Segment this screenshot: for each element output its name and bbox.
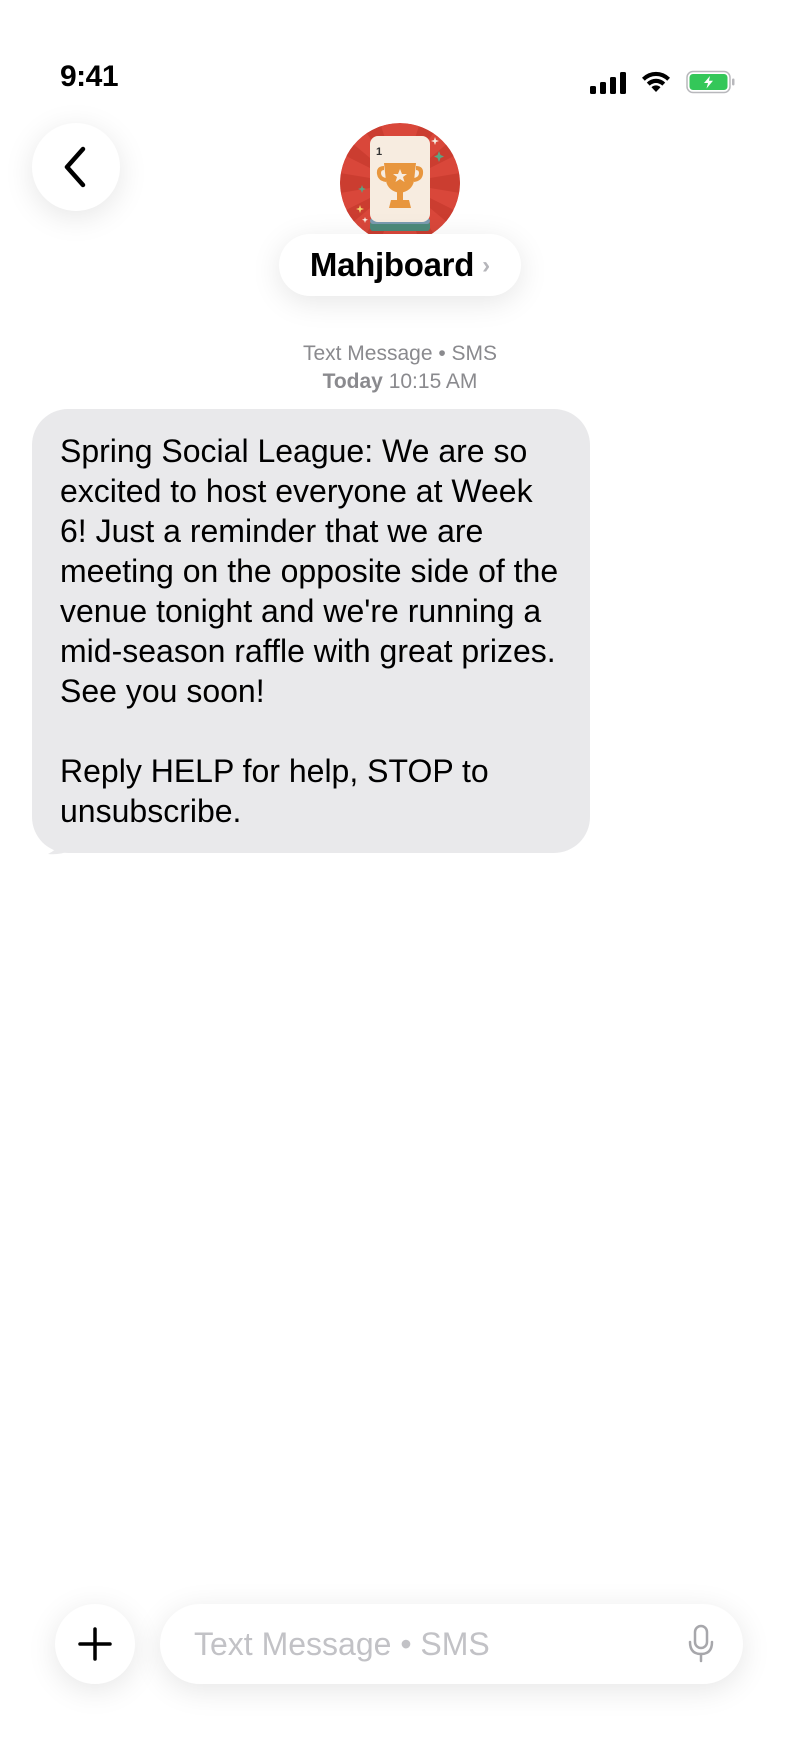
microphone-icon <box>688 1624 714 1663</box>
service-label: Text Message • SMS <box>302 342 498 365</box>
contact-name-button[interactable]: Mahjboard › <box>279 234 521 296</box>
battery-icon <box>686 70 735 94</box>
dictation-button[interactable] <box>681 1622 721 1666</box>
bubble-tail <box>48 830 82 855</box>
contact-name: Mahjboard <box>309 246 475 283</box>
conversation-meta: Text Message • SMS Today 10:15 AM <box>0 340 800 396</box>
tile-number: 1 <box>376 146 382 158</box>
message-input[interactable] <box>192 1624 681 1664</box>
chevron-left-icon <box>64 146 86 188</box>
timestamp-time: 10:15 AM <box>388 370 478 393</box>
contact-avatar[interactable]: 1 <box>340 123 460 243</box>
status-time: 9:41 <box>60 60 119 93</box>
message-timestamp: Today 10:15 AM <box>0 368 800 396</box>
add-attachment-button[interactable] <box>55 1604 135 1684</box>
wifi-icon <box>642 71 670 92</box>
cellular-signal-icon <box>590 70 626 94</box>
incoming-message-bubble[interactable]: Spring Social League: We are so excited … <box>32 409 590 853</box>
back-button[interactable] <box>32 123 120 211</box>
timestamp-day: Today <box>322 370 383 393</box>
message-input-container[interactable] <box>160 1604 743 1684</box>
mahjong-trophy-icon: 1 <box>340 123 460 243</box>
plus-icon <box>78 1627 112 1661</box>
status-icons <box>590 70 736 94</box>
chevron-right-icon: › <box>482 252 491 279</box>
